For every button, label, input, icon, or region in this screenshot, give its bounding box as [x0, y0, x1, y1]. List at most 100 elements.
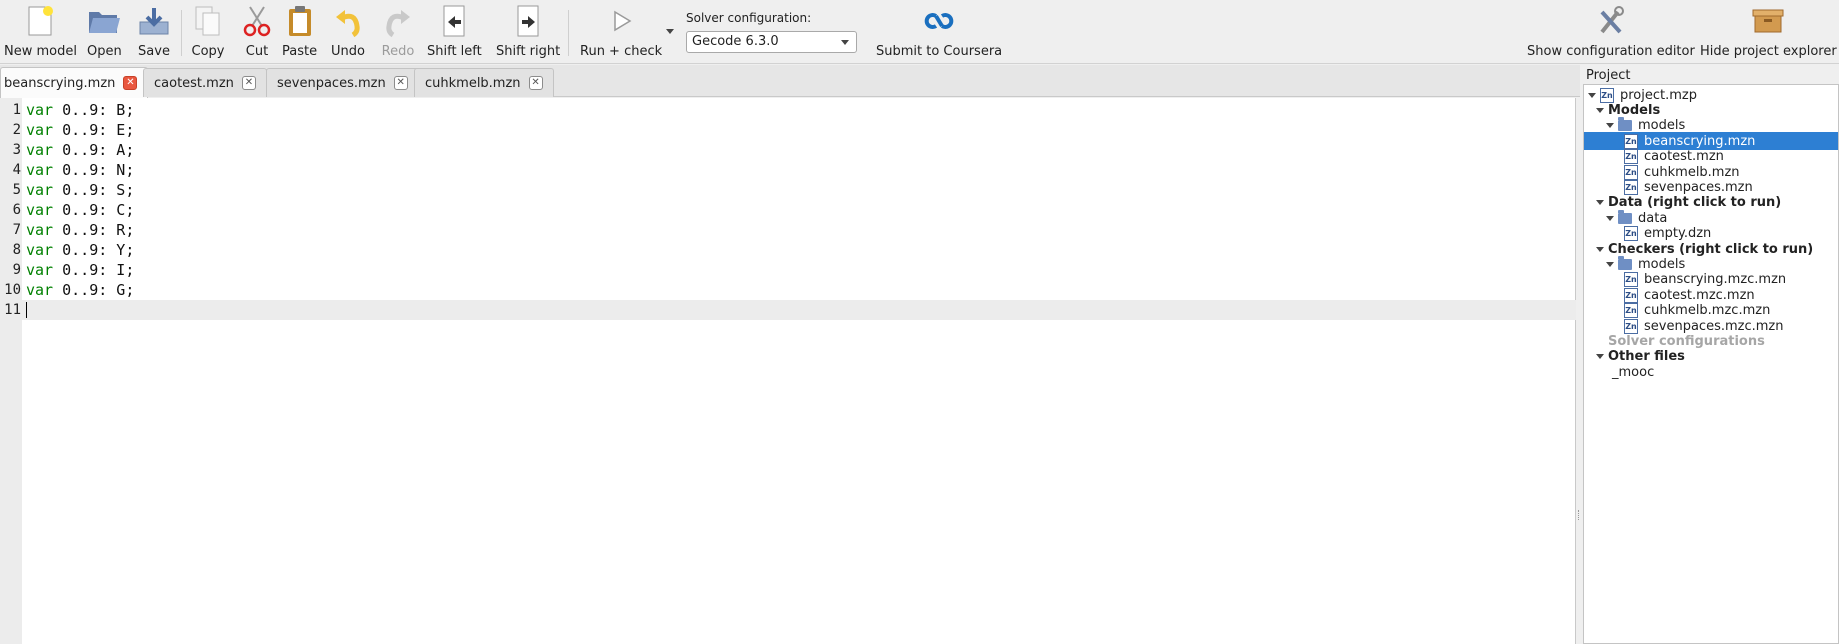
box-icon — [1751, 4, 1785, 38]
run-options-chevron-down-icon[interactable] — [666, 29, 674, 34]
tree-item-label: project.mzp — [1620, 87, 1697, 103]
tree-item-label: empty.dzn — [1644, 226, 1712, 242]
paste-button[interactable]: Paste — [282, 4, 317, 60]
expand-arrow-icon[interactable] — [1596, 246, 1604, 252]
tree-item-label: Other files — [1608, 349, 1685, 365]
code-keyword: var — [26, 181, 54, 199]
hide-project-explorer-button[interactable]: Hide project explorer — [1700, 4, 1837, 60]
solver-config-select[interactable]: Gecode 6.3.0 — [686, 31, 857, 53]
tree-item-label: cuhkmelb.mzn — [1644, 164, 1740, 180]
code-keyword: var — [26, 121, 54, 139]
run-check-button[interactable]: Run + check — [580, 4, 662, 60]
code-line[interactable]: 10 var 0..9: G; — [0, 280, 1576, 300]
expand-arrow-icon[interactable] — [1596, 200, 1604, 206]
submit-coursera-button[interactable]: Submit to Coursera — [876, 4, 1002, 60]
tab-caotest[interactable]: caotest.mzn ✕ — [143, 68, 267, 97]
minizinc-file-icon: Zn — [1624, 287, 1638, 303]
open-button[interactable]: Open — [87, 4, 122, 60]
tree-item-label: sevenpaces.mzn — [1644, 179, 1753, 195]
minizinc-file-icon: Zn — [1624, 149, 1638, 165]
folder-icon — [1618, 117, 1632, 132]
code-text: var 0..9: G; — [26, 280, 134, 300]
tab-beanscrying[interactable]: beanscrying.mzn ✕ — [0, 67, 149, 98]
folder-icon — [1618, 209, 1632, 224]
copy-icon — [191, 4, 225, 38]
code-editor[interactable]: 1 var 0..9: B; 2 var 0..9: E; 3 var 0..9: A; 4… — [0, 98, 1576, 644]
copy-button[interactable]: Copy — [191, 4, 225, 60]
panel-splitter-handle[interactable] — [1578, 510, 1580, 520]
code-keyword: var — [26, 281, 54, 299]
line-number: 4 — [12, 162, 21, 178]
tree-item-label: caotest.mzc.mzn — [1644, 287, 1755, 303]
minizinc-file-icon: Zn — [1624, 272, 1638, 288]
expand-arrow-icon[interactable] — [1606, 123, 1614, 129]
toolbar-separator — [568, 10, 569, 56]
text-caret — [26, 302, 27, 318]
code-keyword: var — [26, 101, 54, 119]
redo-button[interactable]: Redo — [381, 4, 415, 60]
tree-item-label: _mooc — [1612, 364, 1655, 380]
close-icon[interactable]: ✕ — [528, 76, 543, 90]
shift-right-button[interactable]: Shift right — [496, 4, 560, 60]
code-rest: 0..9: C; — [53, 201, 135, 219]
expand-arrow-icon[interactable] — [1596, 107, 1604, 113]
code-line[interactable]: 11 — [0, 300, 1576, 320]
tree-item-label: sevenpaces.mzc.mzn — [1644, 318, 1784, 334]
project-explorer: Project Zn project.mzp Models models Zn beans… — [1582, 65, 1839, 644]
code-line[interactable]: 3 var 0..9: A; — [0, 140, 1576, 160]
code-keyword: var — [26, 221, 54, 239]
scissors-icon — [240, 4, 274, 38]
code-line[interactable]: 8 var 0..9: Y; — [0, 240, 1576, 260]
minizinc-file-icon: Zn — [1624, 179, 1638, 195]
code-text: var 0..9: Y; — [26, 240, 134, 260]
line-number: 1 — [12, 102, 21, 118]
project-tree[interactable]: Zn project.mzp Models models Zn beanscrying.m… — [1583, 84, 1839, 644]
code-line[interactable]: 9 var 0..9: I; — [0, 260, 1576, 280]
code-line[interactable]: 4 var 0..9: N; — [0, 160, 1576, 180]
expand-arrow-icon[interactable] — [1596, 354, 1604, 360]
tab-cuhkmelb[interactable]: cuhkmelb.mzn ✕ — [414, 68, 554, 97]
close-icon[interactable]: ✕ — [393, 76, 408, 90]
expand-arrow-icon[interactable] — [1606, 215, 1614, 221]
code-line[interactable]: 5 var 0..9: S; — [0, 180, 1576, 200]
close-icon[interactable]: ✕ — [123, 76, 138, 90]
new-file-icon — [23, 4, 57, 38]
code-keyword: var — [26, 141, 54, 159]
close-icon[interactable]: ✕ — [241, 76, 256, 90]
tree-item-label: models — [1638, 256, 1686, 272]
code-rest: 0..9: B; — [53, 101, 135, 119]
code-line[interactable]: 7 var 0..9: R; — [0, 220, 1576, 240]
code-text: var 0..9: R; — [26, 220, 134, 240]
code-text: var 0..9: A; — [26, 140, 134, 160]
tree-item-label: Data (right click to run) — [1608, 195, 1782, 211]
code-rest: 0..9: E; — [53, 121, 135, 139]
tree-item[interactable]: _mooc — [1584, 363, 1838, 381]
code-line[interactable]: 1 var 0..9: B; — [0, 100, 1576, 120]
expand-arrow-icon[interactable] — [1606, 261, 1614, 267]
line-number: 11 — [4, 302, 21, 318]
redo-icon — [381, 4, 415, 38]
undo-icon — [331, 4, 365, 38]
tree-item-label: Solver configurations — [1608, 333, 1765, 349]
line-number: 5 — [12, 182, 21, 198]
code-rest: 0..9: G; — [53, 281, 135, 299]
play-icon — [604, 4, 638, 38]
line-number: 2 — [12, 122, 21, 138]
tab-sevenpaces[interactable]: sevenpaces.mzn ✕ — [266, 68, 419, 97]
show-config-editor-button[interactable]: Show configuration editor — [1527, 4, 1695, 60]
shift-left-button[interactable]: Shift left — [427, 4, 482, 60]
cut-button[interactable]: Cut — [240, 4, 274, 60]
minizinc-file-icon: Zn — [1624, 318, 1638, 334]
tree-item-label: beanscrying.mzc.mzn — [1644, 272, 1787, 288]
folder-icon — [1618, 255, 1632, 270]
save-button[interactable]: Save — [137, 4, 171, 60]
code-text: var 0..9: N; — [26, 160, 134, 180]
expand-arrow-icon[interactable] — [1588, 92, 1596, 98]
toolbar-separator — [181, 10, 182, 56]
code-keyword: var — [26, 201, 54, 219]
code-rest: 0..9: A; — [53, 141, 135, 159]
new-model-button[interactable]: New model — [4, 4, 77, 60]
code-line[interactable]: 6 var 0..9: C; — [0, 200, 1576, 220]
code-line[interactable]: 2 var 0..9: E; — [0, 120, 1576, 140]
undo-button[interactable]: Undo — [331, 4, 365, 60]
